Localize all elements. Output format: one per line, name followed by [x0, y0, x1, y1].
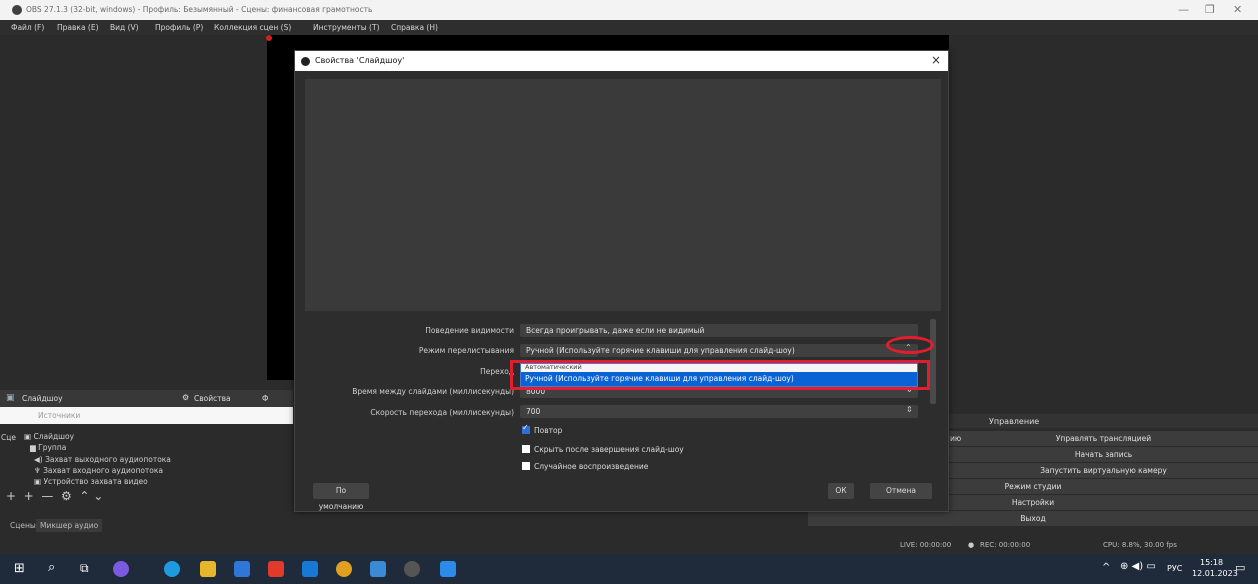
edge-icon[interactable] — [164, 561, 180, 577]
folder-icon: ▆ — [30, 443, 39, 452]
tab-scenes[interactable]: Сцены — [6, 519, 40, 532]
sources-tab-label: Источники — [0, 407, 293, 424]
app-icon-blue[interactable] — [370, 561, 386, 577]
exit-button[interactable]: Выход — [808, 511, 1258, 527]
list-item[interactable]: ◀) Захват выходного аудиопотока — [34, 455, 171, 464]
properties-button[interactable]: Свойства — [194, 394, 231, 403]
ok-button[interactable]: ОК — [828, 483, 854, 499]
sources-toolbar: ▣ Слайдшоу ⚙ Свойства Ф — [0, 390, 293, 407]
app-icon-red[interactable] — [268, 561, 284, 577]
list-item[interactable]: ▣ Устройство захвата видео — [34, 477, 148, 486]
tab-audio-mixer[interactable]: Микшер аудио — [36, 519, 103, 532]
obs-app-icon — [12, 5, 22, 15]
speaker-icon: ◀) — [34, 455, 46, 464]
chrome-icon[interactable] — [336, 561, 352, 577]
menu-tools[interactable]: Инструменты (T) — [313, 23, 380, 32]
search-icon[interactable]: ⌕ — [48, 560, 55, 575]
dialog-preview — [305, 79, 941, 311]
status-bar: LIVE: 00:00:00 ● REC: 00:00:00 CPU: 8.8%… — [0, 538, 1258, 554]
source-toolbar-icons[interactable]: + + — ⚙ ⌃ ⌄ — [6, 489, 103, 503]
loop-checkbox[interactable]: Повтор — [522, 423, 562, 435]
input-language[interactable]: РУС — [1167, 564, 1182, 573]
menu-file[interactable]: Файл (F) — [11, 23, 44, 32]
transition-label: Переход — [480, 367, 514, 376]
highlight-circle — [886, 336, 934, 354]
transition-speed-label: Скорость перехода (миллисекунды) — [370, 408, 514, 417]
canvas-corner-marker — [266, 35, 272, 41]
checkbox-icon — [522, 445, 530, 453]
cpu-status: CPU: 8.8%, 30.00 fps — [1103, 541, 1177, 549]
close-window-icon[interactable]: ✕ — [1233, 3, 1242, 16]
menu-view[interactable]: Вид (V) — [110, 23, 139, 32]
tray-icons[interactable]: ⊕ ◀) ▭ — [1120, 561, 1156, 572]
slide-mode-select[interactable]: Ручной (Используйте горячие клавиши для … — [520, 344, 918, 357]
list-item[interactable]: ▆ Группа — [30, 443, 66, 452]
explorer-icon[interactable] — [200, 561, 216, 577]
menu-scene-collection[interactable]: Коллекция сцен (S) — [214, 23, 291, 32]
randomize-checkbox[interactable]: Случайное воспроизведение — [522, 462, 648, 471]
dialog-close-icon[interactable]: × — [931, 53, 941, 67]
rec-status: REC: 00:00:00 — [980, 541, 1031, 549]
mail-icon[interactable] — [302, 561, 318, 577]
list-item[interactable]: ▣ Слайдшоу — [24, 432, 74, 441]
sources-list: Сце ▣ Слайдшоу ▆ Группа ◀) Захват выходн… — [0, 424, 293, 514]
properties-dialog: Свойства 'Слайдшоу' × — [294, 50, 949, 512]
minimize-icon[interactable]: — — [1178, 3, 1189, 16]
microphone-icon: ♆ — [34, 466, 44, 475]
slide-mode-label: Режим перелистывания — [418, 346, 514, 355]
menu-bar: Файл (F) Правка (E) Вид (V) Профиль (P) … — [0, 20, 1258, 35]
window-title-bar: OBS 27.1.3 (32-bit, windows) - Профиль: … — [0, 0, 1258, 20]
highlight-rectangle — [510, 360, 930, 390]
clock-date[interactable]: 12.01.2023 — [1192, 569, 1238, 578]
menu-help[interactable]: Справка (H) — [391, 23, 438, 32]
start-virtual-camera-button[interactable]: Запустить виртуальную камеру — [949, 463, 1258, 479]
transition-speed-field[interactable]: 700 — [520, 405, 918, 418]
visibility-behavior-select[interactable]: Всегда проигрывать, даже если не видимый — [520, 324, 918, 337]
dialog-title-bar: Свойства 'Слайдшоу' × — [295, 51, 948, 71]
dialog-title: Свойства 'Слайдшоу' — [315, 56, 405, 65]
selected-source-label: Слайдшоу — [22, 394, 63, 403]
tray-expand-icon[interactable]: ^ — [1102, 562, 1110, 573]
scenes-label-fragment: Сце — [1, 433, 16, 442]
obs-taskbar-icon[interactable] — [404, 561, 420, 577]
defaults-button[interactable]: По умолчанию — [313, 483, 369, 511]
maximize-icon[interactable]: ❐ — [1205, 3, 1215, 16]
cancel-button[interactable]: Отмена — [870, 483, 932, 499]
gear-icon[interactable]: ⚙ — [182, 393, 189, 402]
filters-button[interactable]: Ф — [262, 394, 268, 403]
app-icon-1[interactable] — [113, 561, 129, 577]
dialog-scrollbar[interactable] — [930, 319, 936, 404]
store-icon[interactable] — [234, 561, 250, 577]
controls-dock-title: Управление — [949, 414, 1258, 428]
photos-icon[interactable] — [440, 561, 456, 577]
controls-left-fragment: ию — [950, 434, 962, 443]
windows-start-icon[interactable]: ⊞ — [14, 561, 25, 576]
slideshow-icon: ▣ — [6, 393, 15, 403]
list-item[interactable]: ♆ Захват входного аудиопотока — [34, 466, 163, 475]
windows-taskbar: ⊞ ⌕ ⧉ ^ ⊕ ◀) ▭ РУС 15:18 12.01.2023 ▭ — [0, 554, 1258, 584]
obs-dialog-icon — [301, 57, 310, 66]
visibility-behavior-label: Поведение видимости — [425, 326, 514, 335]
task-view-icon[interactable]: ⧉ — [80, 561, 89, 576]
live-status: LIVE: 00:00:00 — [900, 541, 952, 549]
record-dot-icon: ● — [968, 541, 975, 549]
checkbox-icon — [522, 462, 530, 470]
checkbox-checked-icon — [522, 423, 530, 434]
spinner-icon[interactable]: ⇕ — [906, 405, 913, 414]
start-recording-button[interactable]: Начать запись — [949, 447, 1258, 463]
menu-profile[interactable]: Профиль (P) — [155, 23, 203, 32]
clock-time[interactable]: 15:18 — [1200, 558, 1223, 567]
window-title: OBS 27.1.3 (32-bit, windows) - Профиль: … — [26, 5, 373, 14]
menu-edit[interactable]: Правка (E) — [57, 23, 99, 32]
manage-stream-button[interactable]: Управлять трансляцией — [949, 431, 1258, 447]
hide-after-end-checkbox[interactable]: Скрыть после завершения слайд-шоу — [522, 445, 684, 454]
notifications-icon[interactable]: ▭ — [1235, 561, 1245, 574]
bottom-tabs: Сцены Микшер аудио — [0, 516, 293, 534]
time-between-slides-label: Время между слайдами (миллисекунды) — [352, 387, 514, 396]
